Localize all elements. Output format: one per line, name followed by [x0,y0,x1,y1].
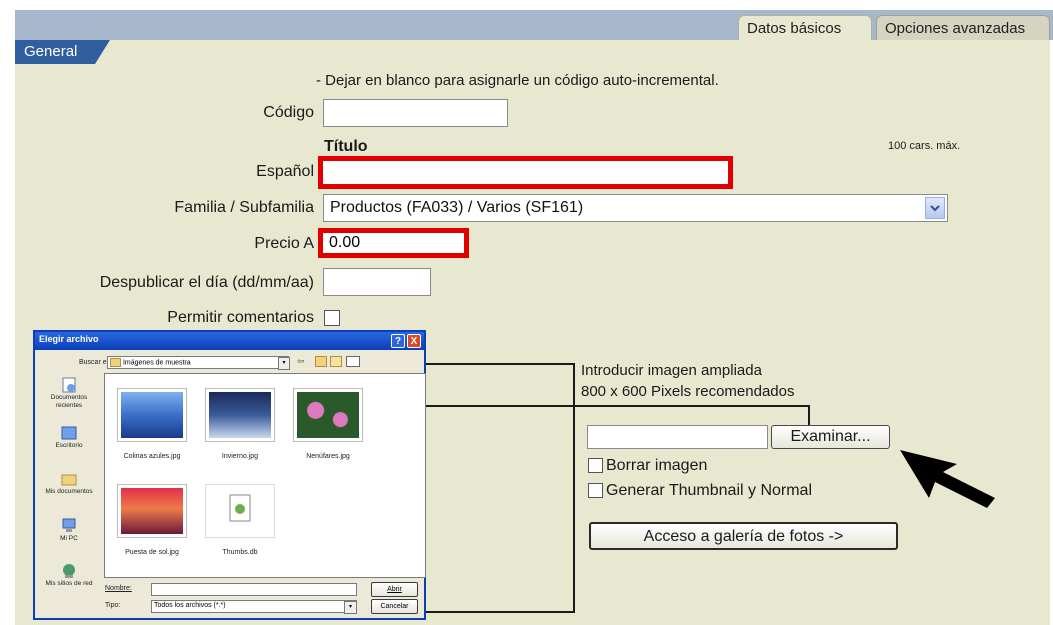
file-thumb-nenufares[interactable] [293,388,363,442]
codigo-label: Código [263,104,314,121]
image-intro-line1: Introducir imagen ampliada [581,362,762,379]
section-tab-label: General [24,43,78,60]
buscar-value: Imágenes de muestra [122,359,191,367]
tipo-select[interactable]: Todos los archivos (*.*) [151,600,357,613]
despublicar-input[interactable] [323,268,431,296]
arrow-pointer-icon [900,450,995,508]
file-name: Nenúfares.jpg [306,453,350,460]
dialog-title-bar: Elegir archivo [35,332,424,350]
sidebar-item-recent[interactable]: Documentos recientes [40,376,98,410]
image-frame [425,363,575,613]
file-thumb-thumbsdb[interactable] [205,484,275,538]
cancelar-button[interactable]: Cancelar [371,599,418,614]
espanol-label: Español [256,163,314,180]
sidebar-item-my-documents[interactable]: Mis documentos [40,470,98,496]
despublicar-label: Despublicar el día (dd/mm/aa) [99,274,314,291]
tipo-label: Tipo: [105,602,121,609]
file-name: Puesta de sol.jpg [125,549,179,556]
file-thumb-puesta[interactable] [117,484,187,538]
image-intro-line2: 800 x 600 Pixels recomendados [581,383,795,400]
frame-divider-vertical [808,405,810,427]
codigo-input[interactable] [323,99,508,127]
network-places-icon [60,562,78,580]
new-folder-icon[interactable] [330,356,342,367]
file-thumb-colinas[interactable] [117,388,187,442]
abrir-button[interactable]: Abrir [371,582,418,597]
up-folder-icon[interactable] [315,356,327,367]
file-list[interactable]: Colinas azules.jpg Invierno.jpg Nenúfare… [104,373,426,578]
buscar-select[interactable]: Imágenes de muestra [107,356,289,369]
generar-thumbnail-label: Generar Thumbnail y Normal [606,482,813,499]
back-icon[interactable]: ⇦ [297,356,305,367]
nombre-input[interactable] [151,583,357,596]
precio-label: Precio A [254,235,314,252]
familia-select[interactable]: Productos (FA033) / Varios (SF161) [323,194,948,222]
borrar-imagen-label: Borrar imagen [606,457,708,474]
tipo-value: Todos los archivos (*.*) [154,602,226,609]
frame-divider [425,405,810,407]
tipo-dropdown-icon[interactable]: ▾ [344,601,357,614]
nombre-label: Nombre: [105,585,132,592]
recent-documents-icon [60,376,78,394]
permitir-label: Permitir comentarios [167,309,314,326]
file-name: Thumbs.db [222,549,258,556]
codigo-hint: - Dejar en blanco para asignarle un códi… [316,72,719,89]
titulo-header: Título [324,138,368,155]
help-button[interactable]: ? [391,334,405,348]
permitir-checkbox[interactable] [324,310,340,326]
desktop-icon [60,424,78,442]
my-documents-icon [60,470,78,488]
sidebar-item-my-pc[interactable]: Mi PC [40,517,98,543]
close-button[interactable]: X [407,334,421,348]
buscar-dropdown-icon[interactable]: ▾ [278,357,290,370]
precio-value: 0.00 [329,234,361,251]
image-file-input[interactable] [587,425,768,449]
familia-select-value: Productos (FA033) / Varios (SF161) [330,199,584,216]
my-computer-icon [60,517,78,535]
sidebar-item-desktop[interactable]: Escritorio [40,424,98,450]
file-dialog: Elegir archivo ? X Buscar en: Imágenes d… [33,330,426,620]
galeria-button[interactable]: Acceso a galería de fotos -> [589,522,898,550]
max-chars-note: 100 cars. máx. [888,140,961,152]
section-tab-general: General [15,40,110,64]
tab-opciones-avanzadas[interactable]: Opciones avanzadas [876,15,1050,40]
espanol-input[interactable] [318,156,733,189]
file-name: Colinas azules.jpg [123,453,181,460]
folder-icon [110,358,121,367]
borrar-imagen-checkbox[interactable] [588,458,603,473]
generar-thumbnail-checkbox[interactable] [588,483,603,498]
dialog-title: Elegir archivo [39,334,99,344]
file-name: Invierno.jpg [221,453,259,460]
chevron-down-icon[interactable] [925,197,945,219]
sidebar-item-network[interactable]: Mis sitios de red [40,562,98,588]
familia-label: Familia / Subfamilia [174,199,314,216]
precio-input[interactable]: 0.00 [318,228,469,258]
tab-datos-basicos[interactable]: Datos básicos [738,15,872,40]
file-thumb-invierno[interactable] [205,388,275,442]
view-menu-icon[interactable] [346,356,360,367]
examinar-button[interactable]: Examinar... [771,425,890,449]
